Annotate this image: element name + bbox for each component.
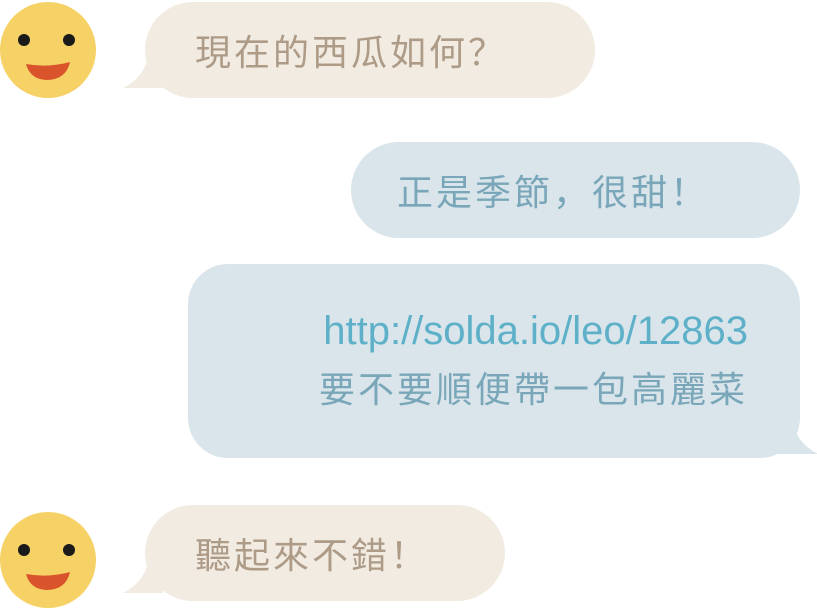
message-text: 聽起來不錯！ [195, 536, 430, 577]
smiley-face-icon [0, 512, 96, 608]
bubble-tail [123, 555, 163, 593]
contact-avatar[interactable] [0, 512, 96, 608]
message-content: http://solda.io/leo/12863 要不要順便帶一包高麗菜 [188, 301, 748, 421]
contact-avatar[interactable] [0, 2, 96, 98]
message-bubble-incoming[interactable]: 現在的西瓜如何？ [123, 2, 595, 98]
message-bubble-outgoing[interactable]: http://solda.io/leo/12863 要不要順便帶一包高麗菜 [188, 264, 817, 458]
message-text: 正是季節，很甜！ [397, 173, 710, 214]
message-bubble-outgoing[interactable]: 正是季節，很甜！ [351, 142, 800, 238]
chat-thread: 現在的西瓜如何？ 正是季節，很甜！ http://solda.io/leo/12… [0, 0, 817, 608]
message-text: 要不要順便帶一包高麗菜 [318, 370, 748, 411]
bubble-tail [778, 416, 817, 454]
bubble-tail [123, 50, 163, 88]
message-link[interactable]: http://solda.io/leo/12863 [323, 301, 748, 361]
message-bubble-incoming[interactable]: 聽起來不錯！ [123, 505, 505, 601]
message-text: 現在的西瓜如何？ [195, 33, 508, 74]
smiley-face-icon [0, 2, 96, 98]
